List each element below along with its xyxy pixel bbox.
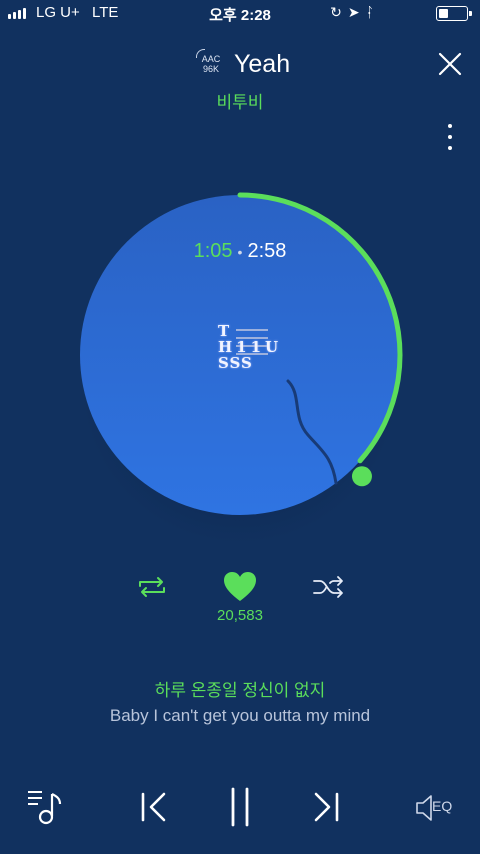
shuffle-icon [313, 576, 343, 598]
next-track-button[interactable] [310, 790, 342, 824]
next-icon [314, 792, 339, 822]
like-count: 20,583 [217, 607, 263, 624]
artist-name[interactable]: 비투비 [0, 88, 480, 113]
time-display: 1:05 • 2:58 [70, 240, 410, 263]
progress-knob[interactable] [351, 466, 372, 487]
album-logo: T H11U SSS [216, 322, 278, 393]
lyric-current-line[interactable]: 하루 온종일 정신이 없지 [0, 676, 480, 701]
like-button[interactable] [222, 570, 258, 604]
equalizer-button[interactable]: EQ [414, 792, 460, 824]
previous-track-button[interactable] [138, 790, 170, 824]
playlist-button[interactable] [26, 788, 66, 826]
album-logo-line3: SSS [218, 354, 253, 372]
song-title: Yeah [234, 50, 291, 78]
album-disc[interactable]: 1:05 • 2:58 T H11U SSS [70, 185, 410, 545]
codec-bitrate: 96K [202, 64, 219, 74]
status-time: 오후 2:28 [209, 7, 271, 24]
close-button[interactable] [436, 50, 464, 78]
close-icon [438, 52, 462, 76]
codec-badge: AAC 96K [196, 49, 226, 74]
playlist-music-icon [28, 791, 62, 825]
heart-icon [224, 572, 256, 601]
equalizer-label: EQ [432, 798, 453, 814]
status-bar: LG U+ LTE 오후 2:28 ↻➤ᛛ [0, 0, 480, 26]
status-icons: ↻➤ᛛ [330, 4, 380, 21]
location-icon: ➤ [347, 4, 366, 20]
speaker-icon [416, 795, 432, 821]
tonearm-line [286, 379, 338, 485]
time-separator: • [237, 244, 243, 260]
orientation-lock-icon: ↻ [330, 4, 348, 20]
battery-icon [436, 6, 472, 21]
pause-icon [231, 787, 249, 827]
total-time: 2:58 [247, 240, 287, 262]
repeat-button[interactable] [135, 574, 169, 600]
album-logo-line1: T [218, 322, 230, 340]
album-logo-line2: H11U [218, 338, 283, 356]
previous-icon [141, 792, 166, 822]
lyric-translation-line[interactable]: Baby I can't get you outta my mind [0, 706, 480, 726]
signal-wave-icon [196, 49, 205, 58]
shuffle-button[interactable] [312, 574, 346, 600]
current-time: 1:05 [193, 240, 233, 262]
repeat-icon [139, 577, 165, 597]
pause-button[interactable] [226, 786, 254, 828]
more-options-button[interactable] [442, 122, 458, 152]
bluetooth-icon: ᛛ [365, 4, 380, 20]
